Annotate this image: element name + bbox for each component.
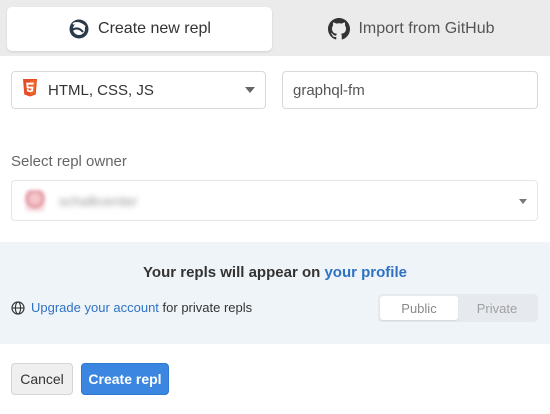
visibility-toggle: Public Private xyxy=(378,294,538,322)
github-icon xyxy=(328,18,351,40)
language-select[interactable]: HTML, CSS, JS xyxy=(11,71,266,109)
info-heading: Your repls will appear on your profile xyxy=(0,264,550,281)
upgrade-line: Upgrade your account for private repls xyxy=(31,300,252,315)
tab-import-from-github[interactable]: Import from GitHub xyxy=(279,7,544,51)
tab-bar: Create new repl Import from GitHub xyxy=(0,0,550,56)
owner-label: Select repl owner xyxy=(11,153,127,170)
chevron-down-icon xyxy=(519,199,527,204)
your-profile-link[interactable]: your profile xyxy=(324,264,407,281)
replit-logo-icon xyxy=(68,18,90,40)
owner-select-value: schalkventer xyxy=(59,192,138,209)
owner-select[interactable]: schalkventer xyxy=(11,180,538,221)
tab-label: Create new repl xyxy=(98,20,211,37)
info-heading-text: Your repls will appear on xyxy=(143,264,321,281)
upgrade-account-link[interactable]: Upgrade your account xyxy=(31,300,159,315)
tab-label: Import from GitHub xyxy=(358,20,495,37)
upgrade-suffix: for private repls xyxy=(162,300,253,315)
chevron-down-icon xyxy=(245,87,255,93)
visibility-info-panel: Your repls will appear on your profile U… xyxy=(0,242,550,344)
repl-name-input[interactable] xyxy=(282,71,538,109)
cancel-button[interactable]: Cancel xyxy=(11,363,73,395)
avatar xyxy=(25,189,45,212)
visibility-private-option[interactable]: Private xyxy=(458,296,536,320)
tab-create-new-repl[interactable]: Create new repl xyxy=(7,7,272,51)
create-repl-button[interactable]: Create repl xyxy=(81,363,169,395)
visibility-public-option[interactable]: Public xyxy=(380,296,458,320)
language-select-value: HTML, CSS, JS xyxy=(48,81,154,99)
html5-icon xyxy=(22,79,48,101)
